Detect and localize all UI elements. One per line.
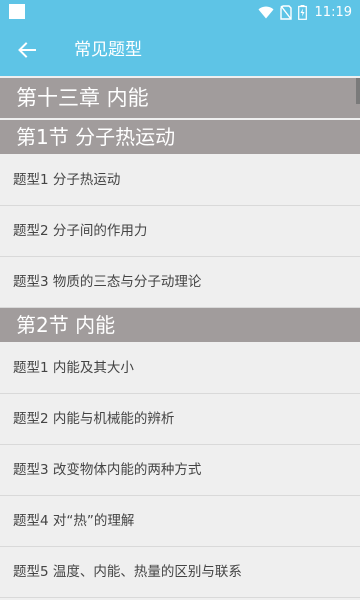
page-title: 常见题型 — [74, 40, 142, 60]
list-item[interactable]: 题型2 分子间的作用力 — [0, 206, 360, 257]
arrow-left-icon — [18, 42, 36, 58]
no-sim-icon — [279, 4, 292, 20]
chapter-header: 第十三章 内能 — [0, 76, 360, 120]
topic-list[interactable]: 第十三章 内能 第1节 分子热运动 题型1 分子热运动 题型2 分子间的作用力 … — [0, 76, 360, 600]
list-item[interactable]: 题型1 分子热运动 — [0, 155, 360, 206]
scrollbar[interactable] — [356, 78, 360, 104]
section-header: 第2节 内能 — [0, 308, 360, 343]
section-header: 第1节 分子热运动 — [0, 120, 360, 155]
list-item[interactable]: 题型4 对“热”的理解 — [0, 496, 360, 547]
notification-icon — [9, 4, 25, 19]
status-bar: 11:19 — [0, 0, 360, 24]
app-bar: 常见题型 — [0, 24, 360, 76]
list-item[interactable]: 题型2 内能与机械能的辨析 — [0, 394, 360, 445]
status-time: 11:19 — [314, 4, 352, 20]
list-item[interactable]: 题型5 温度、内能、热量的区别与联系 — [0, 547, 360, 598]
battery-charging-icon — [297, 4, 307, 20]
list-item[interactable]: 题型3 改变物体内能的两种方式 — [0, 445, 360, 496]
status-icons: 11:19 — [258, 0, 352, 24]
list-item[interactable]: 题型3 物质的三态与分子动理论 — [0, 257, 360, 308]
list-item[interactable]: 题型1 内能及其大小 — [0, 343, 360, 394]
wifi-icon — [258, 6, 274, 18]
back-button[interactable] — [10, 34, 44, 66]
